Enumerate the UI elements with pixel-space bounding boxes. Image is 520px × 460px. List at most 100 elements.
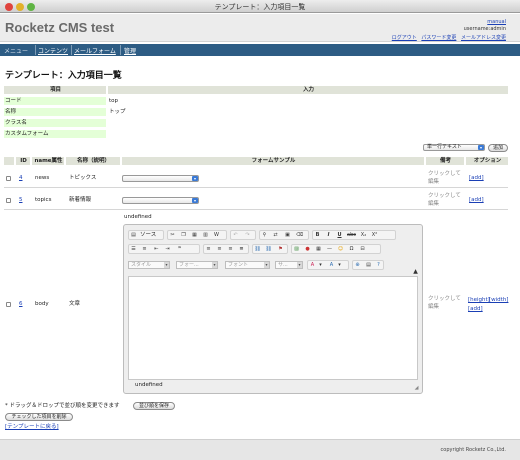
- chevron-down-icon: ▾: [212, 262, 217, 268]
- horizontal-rule-icon[interactable]: —: [326, 246, 333, 253]
- field-note[interactable]: クリックして編集: [428, 192, 464, 208]
- change-email-link[interactable]: メールアドレス変更: [461, 35, 506, 41]
- flash-icon[interactable]: ●: [304, 246, 311, 253]
- nav-item-menu[interactable]: メニュー: [4, 46, 28, 55]
- sample-select[interactable]: ▾: [122, 175, 199, 182]
- strikethrough-icon[interactable]: abc: [347, 232, 356, 239]
- underline-icon[interactable]: U: [336, 232, 343, 239]
- background-color-icon[interactable]: A: [328, 262, 335, 269]
- list-toolbar-group: ☰ ≡ ⇤ ⇥ ❞: [128, 244, 200, 254]
- manual-link[interactable]: manual: [487, 19, 506, 25]
- nav-item-contents[interactable]: コンテンツ: [38, 46, 68, 55]
- numbered-list-icon[interactable]: ☰: [130, 246, 137, 253]
- document-icon: ▤: [131, 232, 136, 238]
- chevron-down-icon: ▾: [297, 262, 302, 268]
- align-center-icon[interactable]: ≡: [216, 246, 223, 253]
- field-label: 新着情報: [69, 197, 92, 203]
- sample-select[interactable]: ▾: [122, 197, 199, 204]
- save-order-button[interactable]: 並び順を保存: [133, 402, 175, 410]
- field-id-link[interactable]: 5: [18, 196, 23, 204]
- special-char-icon[interactable]: Ω: [348, 246, 355, 253]
- option-height-link[interactable]: [height]: [467, 296, 490, 304]
- editor-content-area[interactable]: [128, 276, 418, 380]
- smiley-icon[interactable]: ☺: [337, 246, 344, 253]
- find-icon[interactable]: ⚲: [261, 232, 268, 239]
- select-all-icon[interactable]: ▣: [284, 232, 291, 239]
- option-add-link[interactable]: [add]: [468, 174, 484, 182]
- size-combo[interactable]: サ... ▾: [275, 261, 303, 269]
- align-right-icon[interactable]: ≡: [227, 246, 234, 253]
- main-nav: メニュー コンテンツ メールフォーム 管理: [0, 44, 520, 56]
- source-button[interactable]: ▤ ソース: [128, 230, 164, 240]
- collapse-toolbar-icon[interactable]: ▲: [412, 268, 419, 275]
- undo-icon[interactable]: ↶: [232, 232, 239, 239]
- indent-icon[interactable]: ⇥: [164, 246, 171, 253]
- text-color-icon[interactable]: A: [309, 262, 316, 269]
- clipboard-toolbar-group: ✂ ❐ ▦ ▥ W: [167, 230, 227, 240]
- maximize-icon[interactable]: ⊕: [354, 262, 361, 269]
- show-blocks-icon[interactable]: ▤: [365, 262, 372, 269]
- link-icon[interactable]: ⛓: [254, 246, 261, 253]
- replace-icon[interactable]: ⇄: [272, 232, 279, 239]
- nav-separator: [71, 45, 72, 55]
- paste-text-icon[interactable]: ▥: [202, 232, 209, 239]
- editor-status-label: undefined: [135, 382, 163, 388]
- insert-toolbar-group: ▨ ● ▦ — ☺ Ω ⊟: [291, 244, 381, 254]
- page-break-icon[interactable]: ⊟: [359, 246, 366, 253]
- page-footer: copyright Rocketz Co.,Ltd.: [0, 439, 520, 460]
- option-add-link[interactable]: [add]: [467, 305, 483, 313]
- unlink-icon[interactable]: ⛓: [265, 246, 272, 253]
- style-combo[interactable]: スタイル ▾: [128, 261, 170, 269]
- row-checkbox[interactable]: [6, 302, 11, 307]
- option-add-link[interactable]: [add]: [468, 196, 484, 204]
- bulleted-list-icon[interactable]: ≡: [141, 246, 148, 253]
- redo-icon[interactable]: ↷: [244, 232, 251, 239]
- row-checkbox[interactable]: [6, 176, 11, 181]
- cut-icon[interactable]: ✂: [169, 232, 176, 239]
- align-justify-icon[interactable]: ≣: [238, 246, 245, 253]
- align-left-icon[interactable]: ≡: [205, 246, 212, 253]
- nav-separator: [120, 45, 121, 55]
- paste-icon[interactable]: ▦: [191, 232, 198, 239]
- format-combo[interactable]: フォー... ▾: [176, 261, 218, 269]
- align-toolbar-group: ≡ ≡ ≡ ≣: [203, 244, 249, 254]
- field-note[interactable]: クリックして編集: [428, 170, 464, 186]
- info-header-input: 入力: [108, 86, 508, 94]
- nav-item-mailform[interactable]: メールフォーム: [74, 46, 116, 55]
- bold-icon[interactable]: B: [314, 232, 321, 239]
- anchor-icon[interactable]: ⚑: [277, 246, 284, 253]
- image-icon[interactable]: ▨: [293, 246, 300, 253]
- chevron-down-icon: ▾: [478, 145, 484, 150]
- table-icon[interactable]: ▦: [315, 246, 322, 253]
- copy-icon[interactable]: ❐: [180, 232, 187, 239]
- field-id-link[interactable]: 6: [18, 300, 23, 308]
- paste-word-icon[interactable]: W: [213, 232, 220, 239]
- add-field-button[interactable]: 追加: [488, 144, 508, 152]
- window-titlebar: テンプレート：入力項目一覧: [0, 0, 520, 13]
- outdent-icon[interactable]: ⇤: [153, 246, 160, 253]
- field-id-link[interactable]: 4: [18, 174, 23, 182]
- logout-link[interactable]: ログアウト: [392, 35, 417, 41]
- change-password-link[interactable]: パスワード変更: [421, 35, 456, 41]
- row-checkbox[interactable]: [6, 198, 11, 203]
- format-combo-label: フォー...: [179, 262, 199, 268]
- italic-icon[interactable]: I: [325, 232, 332, 239]
- field-type-select-value: 単一行テキスト: [427, 144, 462, 150]
- superscript-icon[interactable]: X²: [371, 232, 378, 239]
- remove-format-icon[interactable]: ⌫: [296, 232, 303, 239]
- subscript-icon[interactable]: X₂: [360, 232, 367, 239]
- about-icon[interactable]: ?: [375, 262, 382, 269]
- nav-item-admin[interactable]: 管理: [124, 46, 136, 55]
- chevron-down-icon[interactable]: ▾: [317, 262, 324, 269]
- option-width-link[interactable]: [width]: [488, 296, 508, 304]
- field-type-select[interactable]: 単一行テキスト ▾: [423, 144, 485, 151]
- chevron-down-icon[interactable]: ▾: [336, 262, 343, 269]
- field-note[interactable]: クリックして編集: [428, 295, 464, 311]
- info-label-class: クラス名: [4, 119, 106, 127]
- resize-handle-icon[interactable]: ◢: [413, 385, 420, 392]
- font-combo[interactable]: フォント ▾: [225, 261, 270, 269]
- blockquote-icon[interactable]: ❞: [176, 246, 183, 253]
- back-to-templates-link[interactable]: [テンプレートに戻る]: [4, 423, 59, 431]
- site-title: Rocketz CMS test: [5, 20, 115, 35]
- delete-checked-button[interactable]: チェックした項目を削除: [5, 413, 73, 421]
